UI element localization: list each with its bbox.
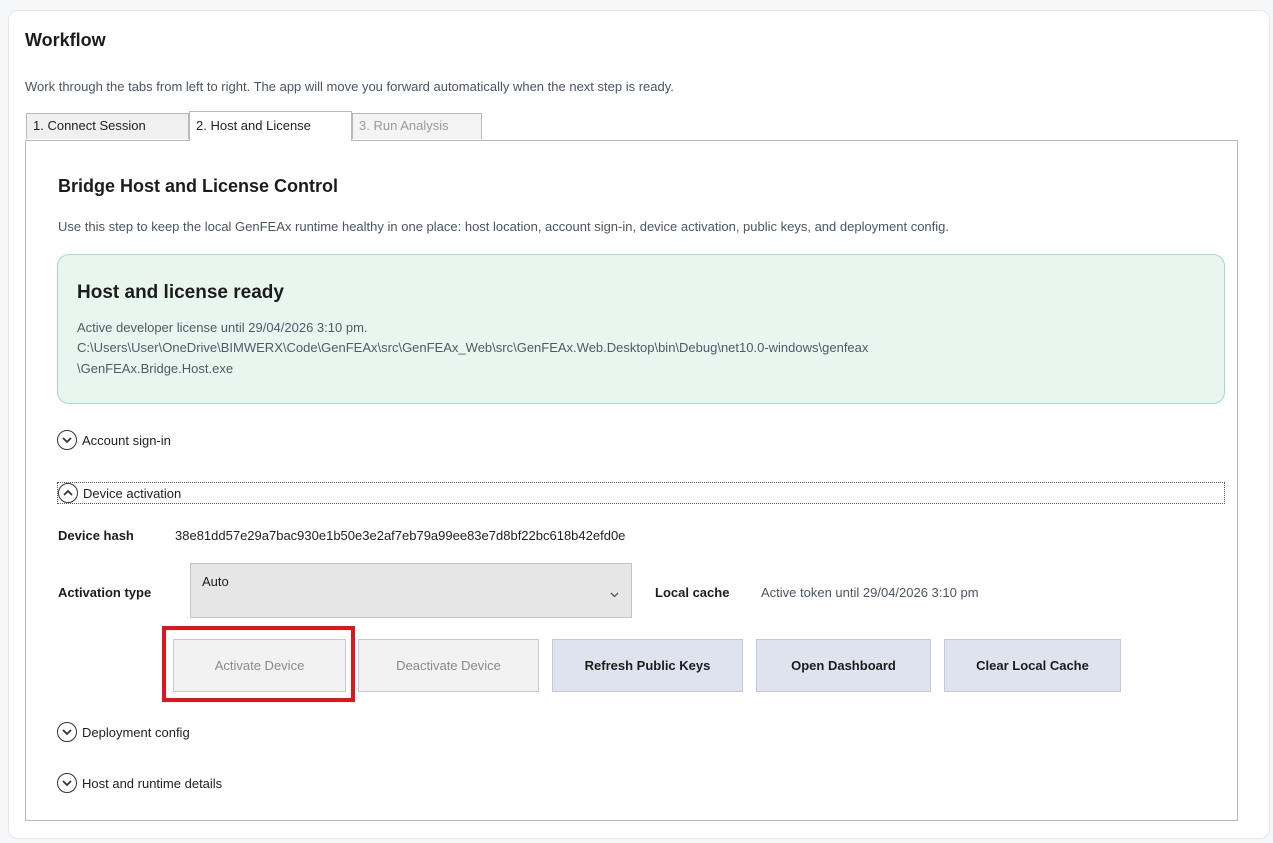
- activation-type-select[interactable]: Auto: [190, 563, 632, 618]
- device-activation-label: Device activation: [83, 485, 182, 501]
- tab-connect-session[interactable]: 1. Connect Session: [26, 113, 189, 139]
- workflow-subtitle: Work through the tabs from left to right…: [25, 79, 674, 94]
- refresh-public-keys-button[interactable]: Refresh Public Keys: [552, 639, 743, 692]
- tab-run-analysis[interactable]: 3. Run Analysis: [352, 113, 482, 139]
- device-hash-label: Device hash: [58, 528, 134, 543]
- chevron-down-circle-icon: [57, 773, 77, 793]
- account-signin-expander[interactable]: Account sign-in: [57, 429, 171, 451]
- status-path-line-2: \GenFEAx.Bridge.Host.exe: [77, 361, 234, 376]
- open-dashboard-button[interactable]: Open Dashboard: [756, 639, 931, 692]
- chevron-up-circle-icon: [58, 483, 78, 503]
- chevron-down-circle-icon: [57, 722, 77, 742]
- local-cache-value: Active token until 29/04/2026 3:10 pm: [761, 585, 979, 600]
- workflow-title: Workflow: [25, 30, 106, 50]
- deactivate-device-button[interactable]: Deactivate Device: [358, 639, 539, 692]
- status-title: Host and license ready: [77, 282, 284, 303]
- activate-device-button[interactable]: Activate Device: [173, 639, 346, 692]
- deployment-config-label: Deployment config: [82, 724, 190, 740]
- tab-host-and-license[interactable]: 2. Host and License: [189, 111, 352, 141]
- status-path-line-1: C:\Users\User\OneDrive\BIMWERX\Code\GenF…: [77, 340, 869, 355]
- chevron-down-circle-icon: [57, 430, 77, 450]
- account-signin-label: Account sign-in: [82, 432, 171, 448]
- panel-title: Bridge Host and License Control: [58, 176, 339, 196]
- panel-description: Use this step to keep the local GenFEAx …: [58, 219, 950, 234]
- local-cache-label: Local cache: [655, 585, 730, 600]
- clear-local-cache-button[interactable]: Clear Local Cache: [944, 639, 1121, 692]
- tab-panel: [25, 140, 1238, 821]
- device-hash-value: 38e81dd57e29a7bac930e1b50e3e2af7eb79a99e…: [175, 528, 626, 543]
- host-runtime-expander[interactable]: Host and runtime details: [57, 772, 222, 794]
- activation-type-value: Auto: [202, 574, 229, 589]
- deployment-config-expander[interactable]: Deployment config: [57, 721, 190, 743]
- chevron-down-icon: [610, 586, 619, 601]
- device-activation-expander[interactable]: Device activation: [57, 482, 1225, 504]
- activation-type-label: Activation type: [58, 585, 152, 600]
- host-runtime-label: Host and runtime details: [82, 775, 223, 791]
- status-license-line: Active developer license until 29/04/202…: [77, 320, 368, 335]
